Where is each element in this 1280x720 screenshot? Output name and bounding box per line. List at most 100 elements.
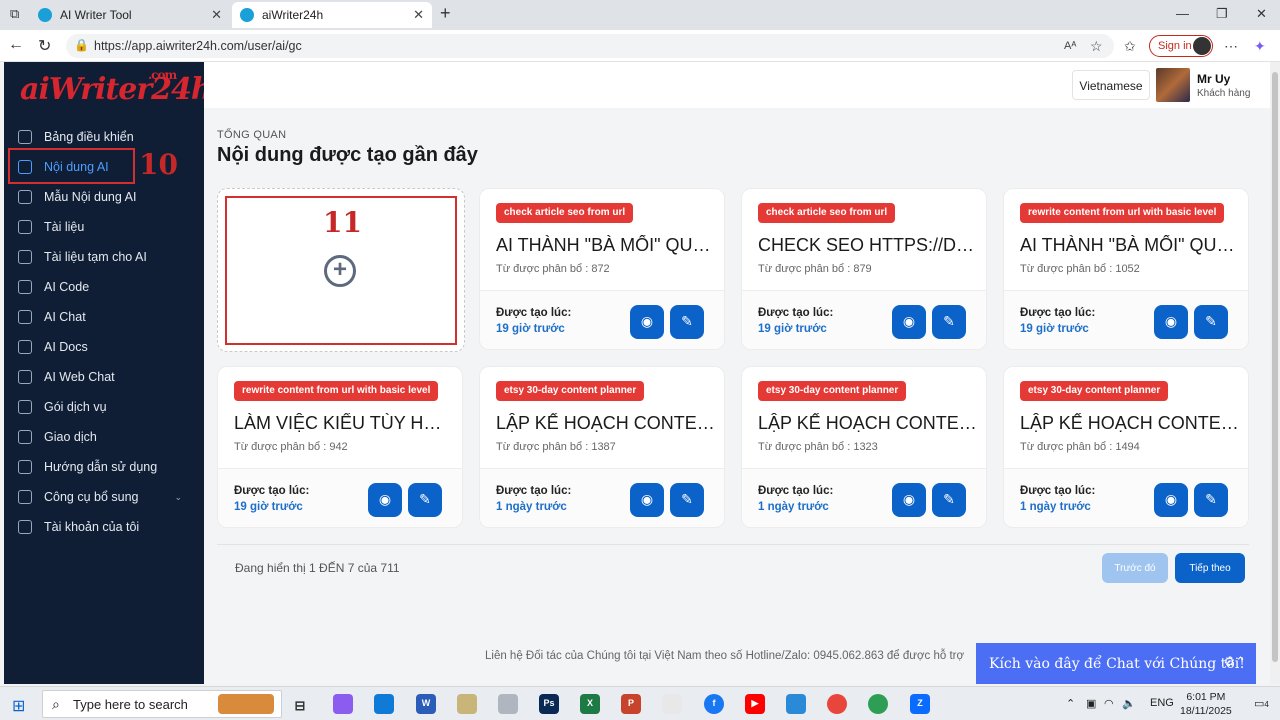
word-count: Từ được phân bổ : 879 [758,263,872,275]
pagination-info: Đang hiển thị 1 ĐẾN 7 của 711 [235,561,400,575]
refresh-icon[interactable]: ↻ [38,36,51,56]
gear-icon[interactable]: ⚙⌃ [1223,655,1246,670]
tab-label: aiWriter24h [262,8,324,22]
content-card[interactable]: rewrite content from url with basic leve… [217,366,463,528]
pdf-app-icon[interactable] [662,694,682,714]
content-card[interactable]: check article seo from url CHECK SEO HTT… [741,188,987,350]
edit-button[interactable]: ✎ [670,483,704,517]
edit-button[interactable]: ✎ [1194,305,1228,339]
vscode-app-icon[interactable] [786,694,806,714]
chat-widget[interactable]: Kích vào đây để Chat với Chúng tôi! ⚙⌃ [976,643,1256,684]
view-button[interactable]: ◉ [892,305,926,339]
tab-actions-icon[interactable]: ⧉ [10,6,19,22]
word-app-icon[interactable]: W [416,694,436,714]
close-tab-icon[interactable]: ✕ [413,7,424,23]
content-card[interactable]: etsy 30-day content planner LẬP KẾ HOẠCH… [479,366,725,528]
sidebar-item-ai-chat[interactable]: AI Chat [18,304,198,330]
user-avatar[interactable] [1156,68,1190,102]
content-card[interactable]: check article seo from url AI THÀNH "BÀ … [479,188,725,350]
volume-icon[interactable]: 🔈 [1122,697,1136,710]
tray-app-icon[interactable]: ▣ [1086,697,1096,710]
maximize-icon[interactable]: ❐ [1216,6,1228,22]
sign-in-button[interactable]: Sign in [1149,35,1213,57]
favorite-star-icon[interactable]: ☆ [1090,38,1103,55]
sidebar-item-extra-tools[interactable]: Công cụ bổ sung ⌄ [18,484,198,510]
copilot-app-icon[interactable] [333,694,353,714]
chrome-profile-app-icon[interactable] [868,694,888,714]
sidebar-item-temp-docs[interactable]: Tài liệu tạm cho AI [18,244,198,270]
language-selector[interactable]: Vietnamese [1072,70,1150,100]
zalo-app-icon[interactable]: Z [910,694,930,714]
sidebar-item-label: Tài liệu tạm cho AI [44,250,147,264]
page-title: Nội dung được tạo gần đây [217,144,478,166]
close-tab-icon[interactable]: ✕ [211,7,222,23]
previous-page-button[interactable]: Trước đó [1102,553,1168,583]
edit-button[interactable]: ✎ [932,483,966,517]
clock[interactable]: 6:01 PM 18/11/2025 [1180,690,1232,718]
sidebar-item-documents[interactable]: Tài liệu [18,214,198,240]
notepad-app-icon[interactable] [498,694,518,714]
sidebar-item-ai-web-chat[interactable]: AI Web Chat [18,364,198,390]
windows-start-icon[interactable]: ⊞ [12,696,25,716]
card-title[interactable]: LÀM VIỆC KIỂU TÙY HỨNG [234,413,454,434]
powerpoint-app-icon[interactable]: P [621,694,641,714]
sidebar-item-transactions[interactable]: Giao dịch [18,424,198,450]
facebook-app-icon[interactable]: f [704,694,724,714]
brand-logo[interactable]: aiWriter24h .com [20,68,213,107]
card-title[interactable]: AI THÀNH "BÀ MỐI" QUYỀN LỰC [1020,235,1240,256]
sidebar-item-ai-code[interactable]: AI Code [18,274,198,300]
card-title[interactable]: LẬP KẾ HOẠCH CONTENT 30 NGÀY [496,413,716,434]
show-hidden-icons[interactable]: ⌃ [1066,697,1075,710]
content-card[interactable]: etsy 30-day content planner LẬP KẾ HOẠCH… [1003,366,1249,528]
content-card[interactable]: rewrite content from url with basic leve… [1003,188,1249,350]
sidebar-item-my-account[interactable]: Tài khoản của tôi [18,514,198,540]
language-indicator[interactable]: ENG [1150,697,1174,709]
edit-button[interactable]: ✎ [670,305,704,339]
wifi-icon[interactable]: ◠ [1104,697,1114,710]
view-button[interactable]: ◉ [892,483,926,517]
edit-button[interactable]: ✎ [1194,483,1228,517]
task-view-icon[interactable]: ⊟ [290,694,310,714]
lock-icon: 🔒 [74,38,89,52]
code-icon [18,280,32,294]
view-button[interactable]: ◉ [1154,483,1188,517]
scrollbar-thumb[interactable] [1272,72,1278,662]
new-tab-icon[interactable]: + [440,3,451,24]
youtube-app-icon[interactable]: ▶ [745,694,765,714]
read-aloud-icon[interactable]: Aᴬ [1064,40,1076,52]
edit-button[interactable]: ✎ [408,483,442,517]
sidebar-item-ai-templates[interactable]: Mẫu Nội dung AI [18,184,198,210]
photoshop-app-icon[interactable]: Ps [539,694,559,714]
card-title[interactable]: LẬP KẾ HOẠCH CONTENT 30 NGÀY [1020,413,1240,434]
more-options-icon[interactable]: ⋯ [1224,38,1238,55]
close-window-icon[interactable]: ✕ [1256,6,1267,22]
paint-app-icon[interactable] [457,694,477,714]
card-title[interactable]: CHECK SEO HTTPS://DANTRI [758,235,978,256]
card-title[interactable]: AI THÀNH "BÀ MỐI" QUYỀN LỰC [496,235,716,256]
copilot-icon[interactable]: ✦ [1254,38,1266,55]
sidebar-item-guide[interactable]: Hướng dẫn sử dụng [18,454,198,480]
edge-app-icon[interactable] [374,694,394,714]
search-highlight-icon[interactable] [218,694,274,714]
content-card[interactable]: etsy 30-day content planner LẬP KẾ HOẠCH… [741,366,987,528]
back-icon[interactable]: ← [8,36,24,54]
url-field[interactable]: 🔒 https://app.aiwriter24h.com/user/ai/gc [66,34,1114,58]
notifications-icon[interactable]: ▭4 [1254,697,1269,710]
tab-aiwriter24h[interactable]: aiWriter24h ✕ [232,2,432,28]
sidebar-item-ai-docs[interactable]: AI Docs [18,334,198,360]
excel-app-icon[interactable]: X [580,694,600,714]
next-page-button[interactable]: Tiếp theo [1175,553,1245,583]
view-button[interactable]: ◉ [1154,305,1188,339]
chrome-app-icon[interactable] [827,694,847,714]
sidebar-item-dashboard[interactable]: Bảng điều khiển [18,124,198,150]
view-button[interactable]: ◉ [630,305,664,339]
card-title[interactable]: LẬP KẾ HOẠCH CONTENT 30 NGÀY [758,413,978,434]
sidebar-item-plans[interactable]: Gói dịch vụ [18,394,198,420]
view-button[interactable]: ◉ [630,483,664,517]
view-button[interactable]: ◉ [368,483,402,517]
favorites-icon[interactable]: ✩ [1124,38,1136,55]
minimize-icon[interactable]: — [1176,6,1189,21]
scrollbar[interactable] [1270,62,1280,684]
edit-button[interactable]: ✎ [932,305,966,339]
tab-ai-writer-tool[interactable]: AI Writer Tool ✕ [30,2,230,28]
